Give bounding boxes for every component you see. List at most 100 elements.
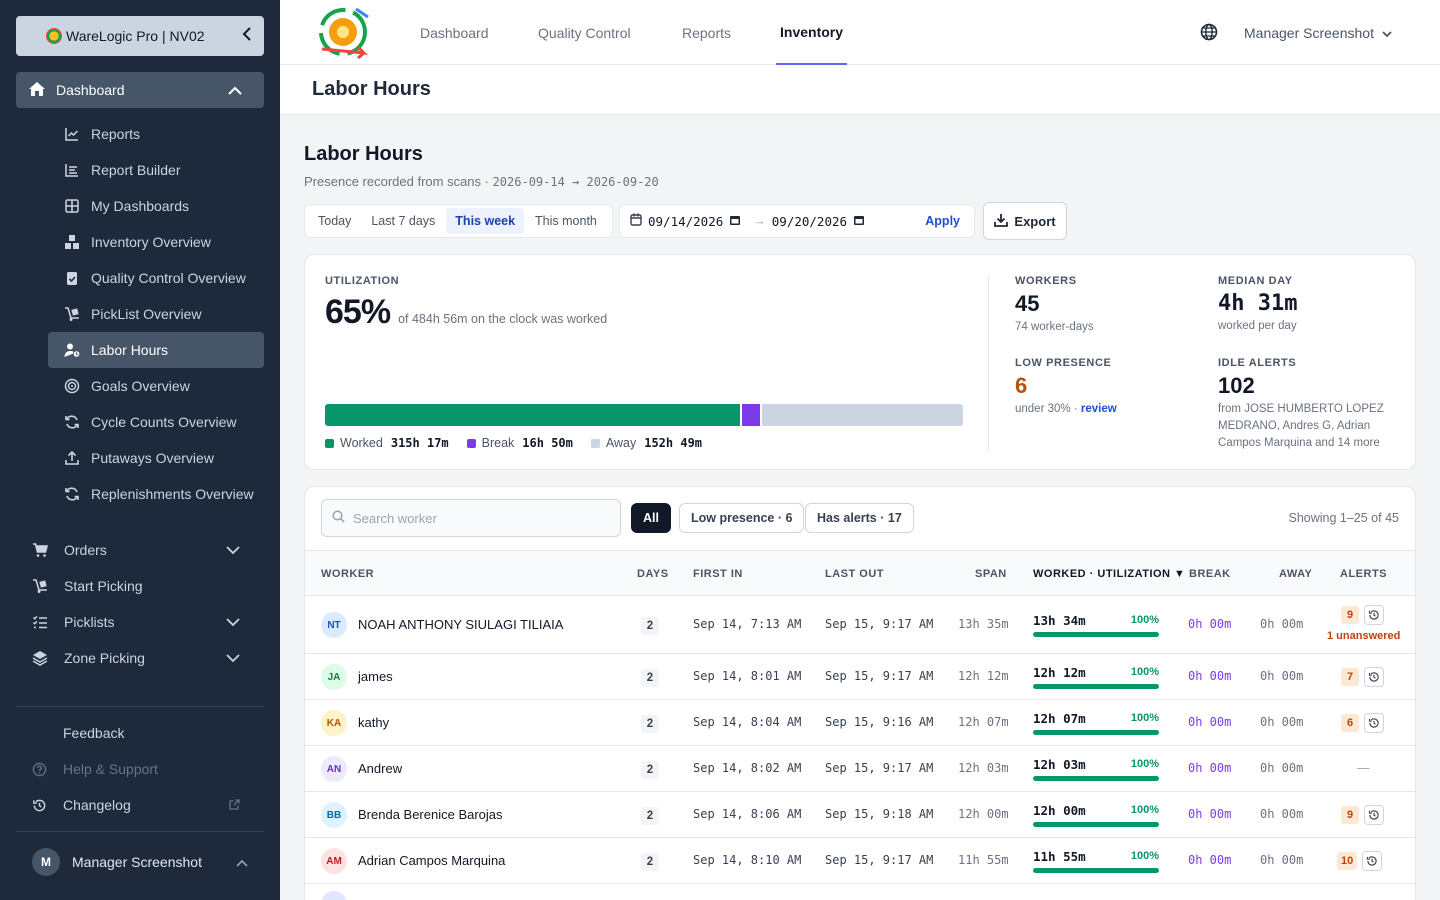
table-row[interactable]: AN Andrew 2 Sep 14, 8:02 AM Sep 15, 9:17 AM 1…: [305, 746, 1415, 792]
legend-label: Worked: [340, 436, 383, 450]
worker-name[interactable]: Adrian Campos Marquina: [358, 853, 505, 868]
history-icon[interactable]: [1364, 713, 1384, 733]
sidebar-subitem-quality-control-overview[interactable]: Quality Control Overview: [48, 260, 264, 296]
chevron-up-icon[interactable]: [228, 82, 252, 98]
worker-name[interactable]: kathy: [358, 715, 389, 730]
column-header-1[interactable]: DAYS: [637, 568, 669, 580]
table-row[interactable]: BB Brenda Berenice Barojas 2 Sep 14, 8:06 A…: [305, 792, 1415, 838]
alert-count-badge[interactable]: 6: [1341, 714, 1359, 732]
user-menu[interactable]: Manager Screenshot: [1244, 0, 1392, 65]
sidebar-subitem-reports[interactable]: Reports: [48, 116, 264, 152]
filter-all[interactable]: All: [631, 503, 671, 533]
column-header-4[interactable]: SPAN: [975, 568, 1007, 580]
table-row[interactable]: NT NOAH ANTHONY SIULAGI TILIAIA 2 Sep 14, 7…: [305, 596, 1415, 654]
user-menu-sidebar[interactable]: M Manager Screenshot: [16, 844, 264, 880]
chevron-down-icon[interactable]: [226, 650, 248, 666]
filter-has-alerts[interactable]: Has alerts · 17: [805, 503, 914, 533]
date-from-field[interactable]: 09/14/2026: [630, 213, 741, 229]
tab-reports[interactable]: Reports: [682, 0, 731, 65]
range-today[interactable]: Today: [309, 208, 360, 234]
sidebar-subitem-picklist-overview[interactable]: PickList Overview: [48, 296, 264, 332]
search-input[interactable]: Search worker: [321, 499, 621, 537]
chevron-down-icon[interactable]: [226, 542, 248, 558]
worker-name[interactable]: NOAH ANTHONY SIULAGI TILIAIA: [358, 617, 563, 632]
history-icon[interactable]: [1364, 605, 1384, 625]
table-row[interactable]: JA james 2 Sep 14, 8:01 AM Sep 15, 9:17 AM 12…: [305, 654, 1415, 700]
sidebar-item-help-support[interactable]: Help & Support: [16, 751, 264, 787]
last-out: Sep 15, 9:16 AM: [825, 715, 934, 729]
sidebar-subitem-labor-hours[interactable]: Labor Hours: [48, 332, 264, 368]
column-header-6[interactable]: BREAK: [1189, 568, 1231, 580]
avatar: AM: [321, 848, 347, 874]
apply-button[interactable]: Apply: [925, 214, 960, 228]
idle-alerts-stat: IDLE ALERTS 102 from JOSE HUMBERTO LOPEZ…: [1218, 357, 1408, 452]
tab-dashboard[interactable]: Dashboard: [420, 0, 489, 65]
alert-count-badge[interactable]: 9: [1341, 806, 1359, 824]
table-row[interactable]: [305, 884, 1415, 900]
sidebar-item-orders[interactable]: Orders: [16, 532, 264, 568]
range-last-7-days[interactable]: Last 7 days: [362, 208, 444, 234]
column-header-3[interactable]: LAST OUT: [825, 568, 884, 580]
worker-name[interactable]: Brenda Berenice Barojas: [358, 807, 503, 822]
column-header-2[interactable]: FIRST IN: [693, 568, 743, 580]
sidebar-item-start-picking[interactable]: Start Picking: [16, 568, 264, 604]
sidebar-item-dashboard[interactable]: Dashboard: [16, 72, 264, 108]
first-in: Sep 14, 7:13 AM: [693, 617, 802, 631]
globe-icon[interactable]: [1200, 23, 1218, 44]
sidebar-item-picklists[interactable]: Picklists: [16, 604, 264, 640]
chevron-down-icon[interactable]: [226, 614, 248, 630]
alert-count-badge[interactable]: 10: [1337, 852, 1358, 870]
column-header-8[interactable]: ALERTS: [1340, 568, 1387, 580]
review-link[interactable]: review: [1081, 403, 1117, 415]
sidebar-subitem-my-dashboards[interactable]: My Dashboards: [48, 188, 264, 224]
org-switcher[interactable]: WareLogic Pro | NV02: [16, 16, 264, 56]
export-button[interactable]: Export: [983, 202, 1067, 240]
sidebar-item-feedback[interactable]: Feedback: [16, 715, 264, 751]
filter-low-presence[interactable]: Low presence · 6: [679, 503, 805, 533]
sidebar-divider: [16, 706, 264, 707]
worker-name[interactable]: Andrew: [358, 761, 402, 776]
alert-count-badge[interactable]: 9: [1341, 606, 1359, 624]
utilization-track: [1033, 868, 1159, 873]
tab-inventory[interactable]: Inventory: [776, 0, 848, 65]
sidebar-subitem-replenishments-overview[interactable]: Replenishments Overview: [48, 476, 264, 528]
worked-hours: 11h 55m: [1033, 849, 1086, 864]
sidebar-subitem-goals-overview[interactable]: Goals Overview: [48, 368, 264, 404]
boxes-icon: [64, 234, 91, 250]
dashboard-subnav: Reports Report Builder My Dashboards Invent…: [48, 116, 264, 528]
legend-item-break: Break 16h 50m: [466, 436, 573, 450]
history-icon[interactable]: [1362, 851, 1383, 871]
column-header-5[interactable]: WORKED · UTILIZATION ▼: [1033, 568, 1185, 580]
avatar: BB: [321, 802, 347, 828]
calendar-icon[interactable]: [729, 214, 741, 229]
sidebar-item-zone-picking[interactable]: Zone Picking: [16, 640, 264, 676]
tab-quality-control[interactable]: Quality Control: [538, 0, 631, 65]
sidebar-subitem-cycle-counts-overview[interactable]: Cycle Counts Overview: [48, 404, 264, 440]
sidebar-item-changelog[interactable]: Changelog: [16, 787, 264, 823]
sidebar-item-label: Changelog: [63, 797, 131, 813]
first-in: Sep 14, 8:06 AM: [693, 807, 802, 821]
history-icon[interactable]: [1364, 805, 1384, 825]
sidebar-subitem-putaways-overview[interactable]: Putaways Overview: [48, 440, 264, 476]
utilization-track: [1033, 776, 1159, 781]
sidebar-subitem-inventory-overview[interactable]: Inventory Overview: [48, 224, 264, 260]
date-to-field[interactable]: 09/20/2026: [772, 214, 865, 229]
worked-utilization: 12h 03m 100%: [1033, 757, 1159, 783]
range-this-month[interactable]: This month: [526, 208, 606, 234]
sidebar-subitem-report-builder[interactable]: Report Builder: [48, 152, 264, 188]
alert-count-badge[interactable]: 7: [1341, 668, 1359, 686]
worker-name[interactable]: james: [358, 669, 393, 684]
range-this-week[interactable]: This week: [446, 208, 525, 234]
avatar: AN: [321, 756, 347, 782]
table-row[interactable]: KA kathy 2 Sep 14, 8:04 AM Sep 15, 9:16 AM 12…: [305, 700, 1415, 746]
utilization-fill: [1033, 730, 1159, 735]
column-header-7[interactable]: AWAY: [1279, 568, 1312, 580]
search-icon: [332, 510, 353, 526]
chevron-left-icon[interactable]: [242, 26, 252, 46]
history-icon[interactable]: [1364, 667, 1384, 687]
history-icon: [32, 798, 55, 813]
sidebar-item-label: Start Picking: [64, 578, 143, 594]
app-logo-icon[interactable]: [316, 5, 372, 59]
table-row[interactable]: AM Adrian Campos Marquina 2 Sep 14, 8:10 AM…: [305, 838, 1415, 884]
calendar-icon[interactable]: [853, 214, 865, 229]
